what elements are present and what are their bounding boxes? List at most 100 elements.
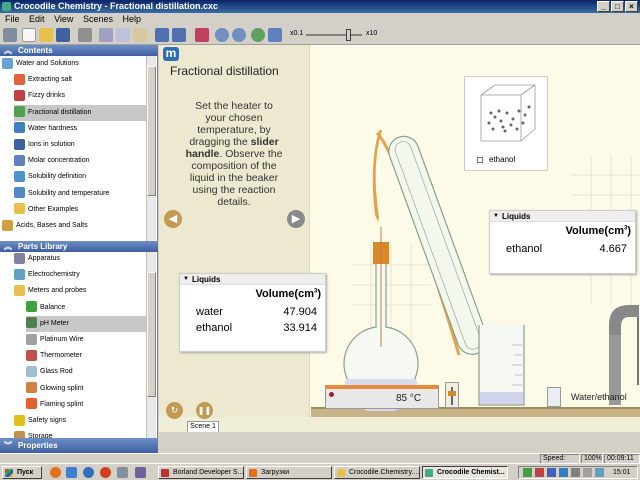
- parts-item[interactable]: Balance: [26, 300, 146, 316]
- speed-slider-handle[interactable]: [346, 29, 351, 41]
- contents-header[interactable]: ︽ Contents: [0, 45, 158, 56]
- contents-scrollbar[interactable]: [146, 56, 156, 243]
- menu-view[interactable]: View: [54, 14, 73, 24]
- parts-item[interactable]: Safety signs: [14, 413, 146, 429]
- paste-icon[interactable]: [133, 28, 147, 42]
- flask-liquids-header[interactable]: Liquids: [180, 274, 325, 285]
- explorer-icon[interactable]: [117, 467, 128, 478]
- beaker-liquids-panel[interactable]: Liquids Volume(cm3) ethanol 4.667: [489, 210, 636, 274]
- scene-canvas[interactable]: m Fractional distillation Set the heater…: [159, 45, 640, 432]
- redo-icon[interactable]: [172, 28, 186, 42]
- contents-item[interactable]: Other Examples: [14, 202, 146, 218]
- new-file-icon[interactable]: [22, 28, 36, 42]
- heater[interactable]: 85 °C: [325, 385, 439, 409]
- open-folder-icon[interactable]: [39, 28, 53, 42]
- next-step-button[interactable]: ▶: [287, 210, 305, 228]
- parts-item[interactable]: Flaming splint: [26, 397, 146, 413]
- flask-volume-column: Volume(cm3): [255, 288, 322, 300]
- tray-language-icon[interactable]: [559, 468, 568, 477]
- tray-volume-icon[interactable]: [571, 468, 580, 477]
- flask-liquids-panel[interactable]: Liquids Volume(cm3) water 47.904 ethanol 33…: [179, 273, 326, 352]
- library-icon[interactable]: [3, 28, 17, 42]
- undo-icon[interactable]: [155, 28, 169, 42]
- opera-icon[interactable]: [100, 467, 111, 478]
- menu-help[interactable]: Help: [122, 14, 141, 24]
- collapse-chevron-icon: ︽: [4, 46, 12, 55]
- menu-scenes[interactable]: Scenes: [83, 14, 113, 24]
- start-button[interactable]: Пуск: [2, 466, 42, 479]
- menu-file[interactable]: File: [5, 14, 20, 24]
- media-icon[interactable]: [135, 467, 146, 478]
- parts-item-label: Glowing splint: [40, 384, 84, 392]
- tray-antivirus-icon[interactable]: [535, 468, 544, 477]
- contents-item[interactable]: Molar concentration: [14, 153, 146, 169]
- contents-item[interactable]: Extracting salt: [14, 72, 146, 88]
- tray-check-icon[interactable]: [523, 468, 532, 477]
- tray-network-icon[interactable]: [547, 468, 556, 477]
- ie-icon[interactable]: [83, 467, 94, 478]
- parts-item[interactable]: Thermometer: [26, 348, 146, 364]
- tray-update-icon[interactable]: [595, 468, 604, 477]
- water-tap[interactable]: [609, 305, 639, 335]
- parts-item[interactable]: Glowing splint: [26, 381, 146, 397]
- task-crocodile-app[interactable]: Crocodile Chemist...: [422, 466, 508, 479]
- parts-item[interactable]: pH Meter: [26, 315, 146, 332]
- molecule-view-box[interactable]: ethanol: [464, 76, 548, 171]
- contents-item[interactable]: Fizzy drinks: [14, 88, 146, 104]
- liquid-volume: 33.914: [283, 322, 317, 334]
- task-borland[interactable]: Borland Developer S...: [158, 466, 244, 479]
- heater-slider-handle[interactable]: [448, 391, 456, 396]
- water-ethanol-label: Water/ethanol: [571, 392, 627, 402]
- apparatus-icon: [14, 252, 25, 264]
- pause-icon[interactable]: [268, 28, 282, 42]
- speed-slider-track[interactable]: [306, 34, 362, 36]
- scene-tab[interactable]: Scene 1: [187, 421, 219, 432]
- zoom-out-icon[interactable]: [232, 28, 246, 42]
- cut-icon[interactable]: [99, 28, 113, 42]
- copy-icon[interactable]: [116, 28, 130, 42]
- app-icon: [2, 2, 11, 11]
- balance-icon: [26, 301, 37, 313]
- ethanol-checkbox[interactable]: [477, 157, 483, 163]
- firefox-icon[interactable]: [50, 467, 61, 478]
- parts-item[interactable]: Electrochemistry: [14, 267, 146, 283]
- water-icon: [14, 122, 25, 134]
- parts-item[interactable]: Glass Rod: [26, 364, 146, 380]
- properties-header[interactable]: ︾ Properties: [0, 438, 158, 453]
- print-icon[interactable]: [78, 28, 92, 42]
- parts-item[interactable]: Apparatus: [14, 251, 146, 267]
- close-button[interactable]: ×: [625, 1, 638, 12]
- maximize-button[interactable]: □: [611, 1, 624, 12]
- tray-device-icon[interactable]: [583, 468, 592, 477]
- contents-item[interactable]: Solubility definition: [14, 169, 146, 185]
- prev-step-button[interactable]: ◀: [164, 210, 182, 228]
- contents-item[interactable]: Ions in solution: [14, 137, 146, 153]
- play-icon[interactable]: [251, 28, 265, 42]
- task-crocodile-folder[interactable]: Crocodile.Chemistry....: [334, 466, 420, 479]
- desktop-icon[interactable]: [66, 467, 77, 478]
- task-downloads[interactable]: Загрузки: [246, 466, 332, 479]
- contents-item[interactable]: Water hardness: [14, 121, 146, 137]
- contents-item[interactable]: Solubility and temperature: [14, 186, 146, 202]
- minimize-button[interactable]: _: [597, 1, 610, 12]
- reset-button[interactable]: ↻: [166, 402, 183, 419]
- parts-item[interactable]: Meters and probes: [14, 283, 146, 299]
- save-icon[interactable]: [56, 28, 70, 42]
- acid-icon: [2, 219, 13, 231]
- heater-slider[interactable]: [445, 382, 459, 408]
- contents-item[interactable]: Acids, Bases and Salts: [2, 218, 146, 234]
- camera-icon[interactable]: [195, 28, 209, 42]
- beaker-liquids-header[interactable]: Liquids: [490, 211, 635, 222]
- menu-edit[interactable]: Edit: [29, 14, 45, 24]
- wire-icon: [26, 333, 37, 345]
- pause-button[interactable]: ❚❚: [196, 402, 213, 419]
- contents-item[interactable]: Fractional distillation: [14, 104, 146, 121]
- contents-item-label: Solubility definition: [28, 173, 86, 181]
- parts-item[interactable]: Platinum Wire: [26, 332, 146, 348]
- contents-item[interactable]: Water and Solutions: [2, 56, 146, 72]
- heater-indicator-light: [329, 392, 334, 397]
- contents-item-label: Water hardness: [28, 124, 78, 132]
- splint-icon: [26, 382, 37, 394]
- zoom-in-icon[interactable]: [215, 28, 229, 42]
- parts-scrollbar[interactable]: [146, 252, 156, 438]
